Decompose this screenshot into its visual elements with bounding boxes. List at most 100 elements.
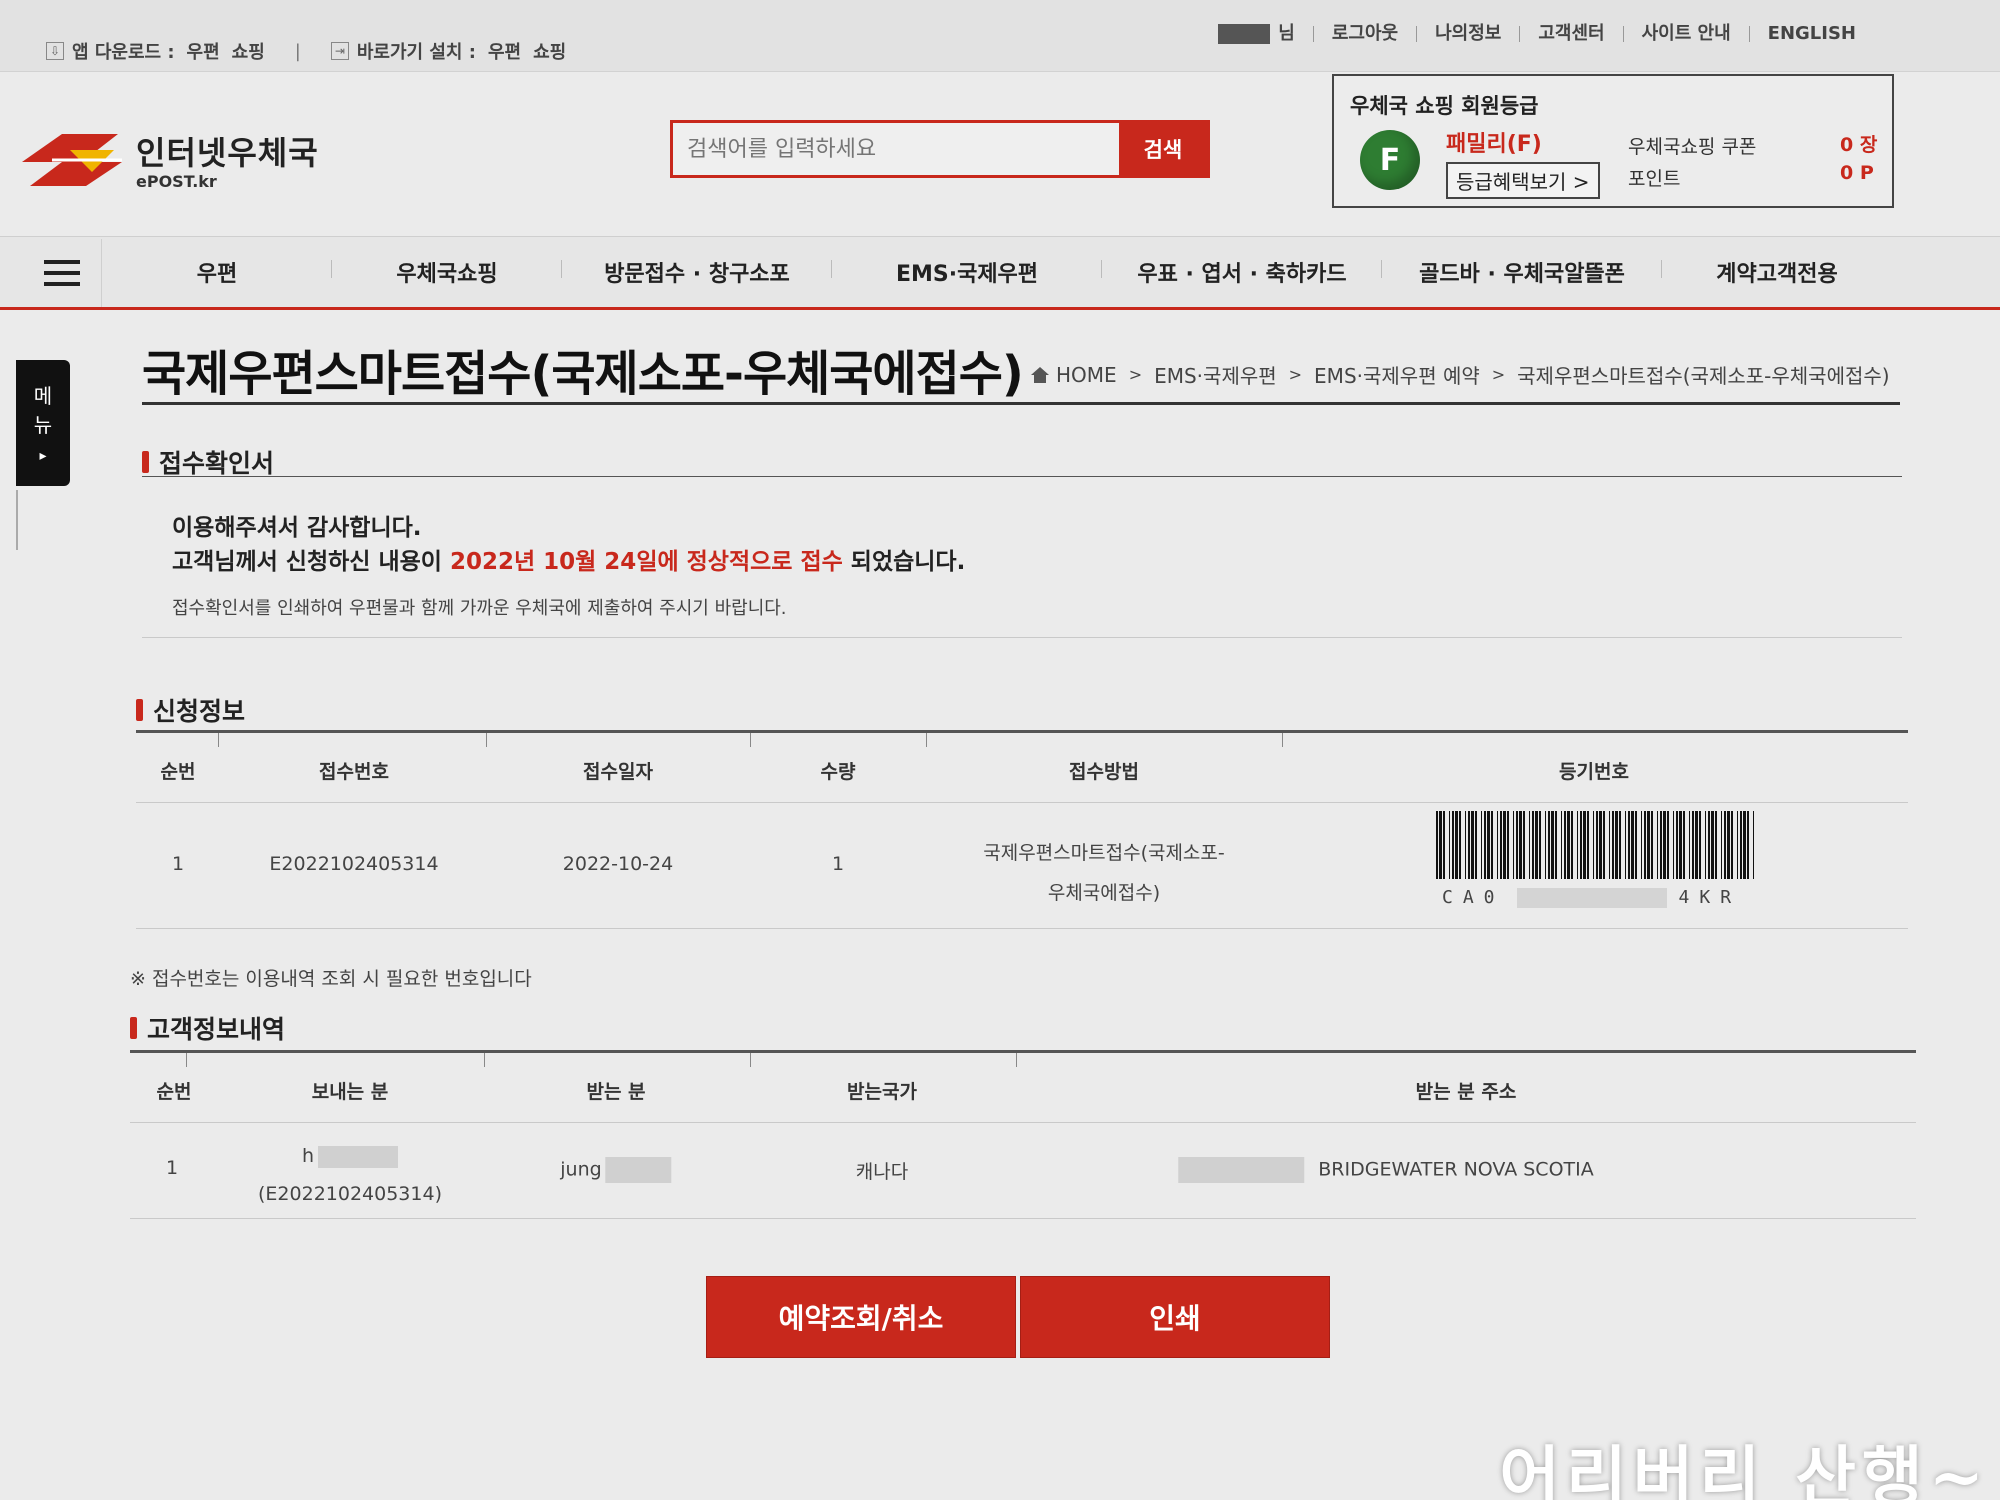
application-section-label: 신청정보 bbox=[153, 697, 246, 726]
barcode-stripe bbox=[1500, 811, 1502, 879]
barcode-stripe bbox=[1471, 811, 1474, 879]
print-button[interactable]: 인쇄 bbox=[1020, 1276, 1330, 1358]
member-grade-box: 우체국 쇼핑 회원등급 F 패밀리(F) 등급혜택보기 > 우체국쇼핑 쿠폰 0… bbox=[1332, 74, 1894, 208]
section-marker-icon bbox=[136, 699, 143, 721]
barcode-stripe bbox=[1705, 811, 1706, 879]
confirm-section-label: 접수확인서 bbox=[159, 449, 275, 478]
barcode-stripe bbox=[1689, 811, 1690, 879]
confirm-message: 고객님께서 신청하신 내용이 2022년 10월 24일에 정상적으로 접수 되… bbox=[172, 542, 965, 576]
th-seq: 순번 bbox=[156, 1081, 192, 1103]
section-marker-icon bbox=[142, 451, 149, 473]
registration-prefix: CA0 bbox=[1442, 887, 1505, 908]
inquire-cancel-button[interactable]: 예약조회/취소 bbox=[706, 1276, 1016, 1358]
td-receipt-no[interactable]: E2022102405314 bbox=[269, 853, 438, 875]
customer-center-link[interactable]: 고객센터 bbox=[1519, 25, 1622, 43]
barcode-stripe bbox=[1683, 811, 1685, 879]
util-left: ⇩ 앱 다운로드 : 우편 쇼핑 | ⇥ 바로가기 설치 : 우편 쇼핑 bbox=[46, 38, 566, 64]
app-link-shop[interactable]: 쇼핑 bbox=[232, 38, 265, 64]
barcode-stripe bbox=[1452, 811, 1454, 879]
barcode-stripe bbox=[1692, 811, 1694, 879]
barcode-stripe bbox=[1663, 811, 1666, 879]
breadcrumb-ems-reservation[interactable]: EMS·국제우편 예약 bbox=[1314, 360, 1480, 389]
point-value[interactable]: 0 P bbox=[1840, 162, 1874, 184]
home-icon bbox=[1031, 366, 1049, 383]
col-separator bbox=[1016, 1053, 1017, 1067]
gnb-item-post[interactable]: 우편 bbox=[102, 256, 332, 288]
confirm-instruction: 접수확인서를 인쇄하여 우편물과 함께 가까운 우체국에 제출하여 주시기 바랍… bbox=[172, 598, 787, 619]
gnb-item-goldbar[interactable]: 골드바 · 우체국알뜰폰 bbox=[1382, 256, 1662, 288]
barcode-stripe bbox=[1555, 811, 1557, 879]
barcode-stripe bbox=[1612, 811, 1614, 879]
breadcrumb-ems[interactable]: EMS·국제우편 bbox=[1154, 360, 1277, 389]
barcode-stripe bbox=[1580, 811, 1582, 879]
logout-link[interactable]: 로그아웃 bbox=[1312, 25, 1416, 43]
barcode-stripe bbox=[1715, 811, 1717, 879]
application-table: 순번 접수번호 접수일자 수량 접수방법 등기번호 1 E20221024053… bbox=[136, 733, 1908, 929]
gnb-item-stamps[interactable]: 우표 · 엽서 · 축하카드 bbox=[1102, 256, 1382, 288]
grade-benefit-button[interactable]: 등급혜택보기 > bbox=[1446, 162, 1600, 199]
barcode-stripe bbox=[1711, 811, 1714, 879]
barcode-stripe bbox=[1513, 811, 1514, 879]
barcode-stripe bbox=[1459, 811, 1461, 879]
coupon-value[interactable]: 0 장 bbox=[1840, 130, 1877, 157]
barcode-stripe bbox=[1516, 811, 1518, 879]
barcode-stripe bbox=[1507, 811, 1509, 879]
td-method-line1: 국제우편스마트접수(국제소포- bbox=[983, 842, 1225, 864]
barcode-stripe bbox=[1647, 811, 1650, 879]
td-seq: 1 bbox=[171, 853, 185, 875]
barcode-stripe bbox=[1660, 811, 1662, 879]
barcode-stripe bbox=[1651, 811, 1653, 879]
english-link[interactable]: ENGLISH bbox=[1748, 25, 1874, 43]
barcode-stripe bbox=[1548, 811, 1550, 879]
site-guide-link[interactable]: 사이트 안내 bbox=[1622, 25, 1749, 43]
registration-number: CA0 4KR bbox=[1442, 887, 1741, 908]
th-country: 받는국가 bbox=[847, 1081, 917, 1103]
barcode-stripe bbox=[1737, 811, 1738, 879]
download-icon: ⇩ bbox=[46, 42, 64, 60]
barcode-stripe bbox=[1519, 811, 1522, 879]
application-table-header: 순번 접수번호 접수일자 수량 접수방법 등기번호 bbox=[136, 733, 1908, 803]
customer-table-header: 순번 보내는 분 받는 분 받는국가 받는 분 주소 bbox=[130, 1053, 1916, 1123]
barcode-stripe bbox=[1631, 811, 1634, 879]
shortcut-link-post[interactable]: 우편 bbox=[488, 38, 521, 64]
th-qty: 수량 bbox=[820, 761, 856, 783]
barcode-stripe bbox=[1487, 811, 1490, 879]
search-input[interactable] bbox=[673, 123, 1119, 175]
search-button[interactable]: 검색 bbox=[1119, 123, 1207, 175]
barcode-stripe bbox=[1545, 811, 1546, 879]
breadcrumb-home[interactable]: HOME bbox=[1056, 363, 1117, 387]
gnb-item-visit-parcel[interactable]: 방문접수 · 창구소포 bbox=[562, 256, 832, 288]
hamburger-menu-icon[interactable] bbox=[22, 239, 102, 307]
gnb-item-contract[interactable]: 계약고객전용 bbox=[1662, 256, 1892, 288]
breadcrumb-chevron-icon: > bbox=[1288, 365, 1303, 384]
gnb-item-ems[interactable]: EMS·국제우편 bbox=[832, 256, 1102, 288]
site-logo[interactable]: 인터넷우체국 ePOST.kr bbox=[22, 128, 319, 191]
breadcrumb-chevron-icon: > bbox=[1128, 365, 1143, 384]
my-info-link[interactable]: 나의정보 bbox=[1416, 25, 1519, 43]
app-link-post[interactable]: 우편 bbox=[187, 38, 220, 64]
th-method: 접수방법 bbox=[1069, 761, 1139, 783]
barcode-stripe bbox=[1667, 811, 1669, 879]
col-separator bbox=[486, 733, 487, 747]
col-separator bbox=[218, 733, 219, 747]
gnb-item-shopping[interactable]: 우체국쇼핑 bbox=[332, 256, 562, 288]
barcode-stripe bbox=[1551, 811, 1554, 879]
td-country: 캐나다 bbox=[855, 1161, 909, 1183]
shortcut-link-shop[interactable]: 쇼핑 bbox=[533, 38, 566, 64]
confirm-message-post: 되었습니다. bbox=[842, 549, 966, 575]
barcode-stripe bbox=[1484, 811, 1486, 879]
th-registration-no: 등기번호 bbox=[1559, 761, 1629, 783]
logo-english: ePOST.kr bbox=[136, 172, 217, 191]
td-method-line2: 우체국에접수) bbox=[1047, 882, 1161, 904]
masked-username bbox=[1218, 24, 1271, 44]
barcode-stripe bbox=[1577, 811, 1578, 879]
barcode-stripe bbox=[1625, 811, 1626, 879]
side-menu-tab[interactable]: 메 뉴 ▸ bbox=[16, 360, 70, 486]
shortcut-label: 바로가기 설치 : bbox=[356, 42, 476, 63]
side-menu-label-2: 뉴 bbox=[33, 413, 53, 437]
barcode-stripe bbox=[1603, 811, 1605, 879]
watermark-text: 어리버리 산행~ bbox=[1499, 1438, 1990, 1500]
confirm-section-line bbox=[142, 476, 1902, 477]
barcode-stripe bbox=[1443, 811, 1445, 879]
customer-section-title: 고객정보내역 bbox=[130, 1010, 285, 1046]
